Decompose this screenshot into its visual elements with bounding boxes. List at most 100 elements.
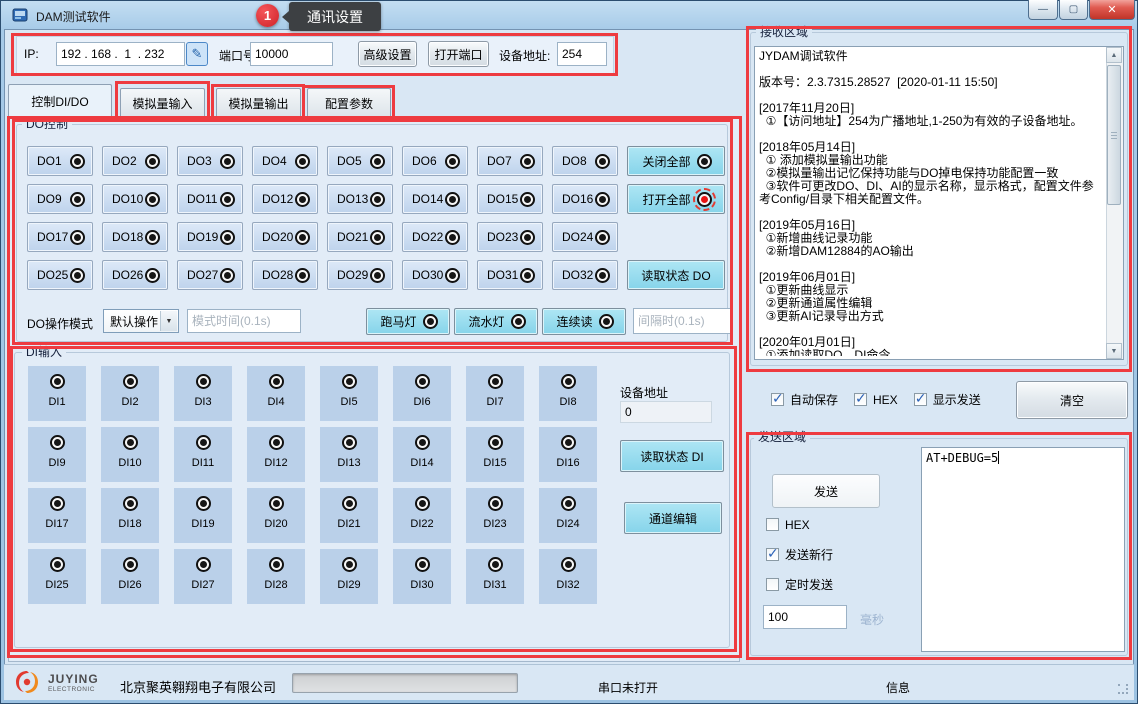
read-di-status-button[interactable]: 读取状态 DI bbox=[620, 440, 724, 472]
do-channel-button[interactable]: DO4 bbox=[252, 146, 318, 176]
di-channel-tile[interactable]: DI28 bbox=[247, 549, 305, 604]
send-option[interactable]: 发送新行 bbox=[766, 544, 833, 565]
di-channel-tile[interactable]: DI26 bbox=[101, 549, 159, 604]
di-channel-tile[interactable]: DI14 bbox=[393, 427, 451, 482]
di-channel-tile[interactable]: DI11 bbox=[174, 427, 232, 482]
send-option[interactable]: 定时发送 bbox=[766, 574, 833, 595]
di-channel-tile[interactable]: DI8 bbox=[539, 366, 597, 421]
do-channel-button[interactable]: DO17 bbox=[27, 222, 93, 252]
send-interval-input[interactable] bbox=[763, 605, 847, 629]
do-channel-button[interactable]: DO23 bbox=[477, 222, 543, 252]
do-channel-button[interactable]: DO24 bbox=[552, 222, 618, 252]
tab-analog-output[interactable]: 模拟量输出 bbox=[216, 88, 301, 117]
di-channel-tile[interactable]: DI21 bbox=[320, 488, 378, 543]
di-channel-tile[interactable]: DI23 bbox=[466, 488, 524, 543]
receive-option[interactable]: 自动保存 bbox=[771, 391, 838, 408]
do-channel-button[interactable]: DO1 bbox=[27, 146, 93, 176]
resize-grip[interactable] bbox=[1118, 684, 1130, 696]
receive-option[interactable]: HEX bbox=[854, 391, 898, 408]
port-input[interactable] bbox=[250, 42, 333, 66]
do-channel-button[interactable]: DO5 bbox=[327, 146, 393, 176]
read-do-status-button[interactable]: 读取状态 DO bbox=[627, 260, 725, 290]
di-channel-tile[interactable]: DI13 bbox=[320, 427, 378, 482]
di-channel-tile[interactable]: DI2 bbox=[101, 366, 159, 421]
clear-button[interactable]: 清空 bbox=[1016, 381, 1128, 419]
do-channel-button[interactable]: DO2 bbox=[102, 146, 168, 176]
di-channel-tile[interactable]: DI20 bbox=[247, 488, 305, 543]
tab-analog-input[interactable]: 模拟量输入 bbox=[120, 88, 205, 117]
di-channel-tile[interactable]: DI6 bbox=[393, 366, 451, 421]
receive-option[interactable]: 显示发送 bbox=[914, 391, 981, 408]
ip-input[interactable] bbox=[56, 42, 185, 66]
di-device-address-input[interactable] bbox=[620, 401, 712, 423]
do-channel-button[interactable]: DO12 bbox=[252, 184, 318, 214]
di-channel-tile[interactable]: DI9 bbox=[28, 427, 86, 482]
di-channel-tile[interactable]: DI24 bbox=[539, 488, 597, 543]
di-channel-tile[interactable]: DI27 bbox=[174, 549, 232, 604]
tab-config-params[interactable]: 配置参数 bbox=[307, 88, 391, 117]
checkbox-icon[interactable] bbox=[914, 393, 927, 406]
device-address-input[interactable] bbox=[557, 42, 607, 66]
di-channel-tile[interactable]: DI3 bbox=[174, 366, 232, 421]
do-channel-button[interactable]: DO3 bbox=[177, 146, 243, 176]
close-all-button[interactable]: 关闭全部 bbox=[627, 146, 725, 176]
do-channel-button[interactable]: DO32 bbox=[552, 260, 618, 290]
di-channel-tile[interactable]: DI19 bbox=[174, 488, 232, 543]
do-channel-button[interactable]: DO13 bbox=[327, 184, 393, 214]
do-channel-button[interactable]: DO26 bbox=[102, 260, 168, 290]
di-channel-tile[interactable]: DI17 bbox=[28, 488, 86, 543]
advanced-settings-button[interactable]: 高级设置 bbox=[358, 41, 417, 67]
do-channel-button[interactable]: DO27 bbox=[177, 260, 243, 290]
di-channel-tile[interactable]: DI22 bbox=[393, 488, 451, 543]
close-button[interactable]: ✕ bbox=[1089, 0, 1135, 20]
send-input[interactable]: AT+DEBUG=5 bbox=[921, 447, 1125, 652]
mode-time-input[interactable] bbox=[187, 309, 301, 333]
di-channel-tile[interactable]: DI15 bbox=[466, 427, 524, 482]
do-channel-button[interactable]: DO6 bbox=[402, 146, 468, 176]
do-channel-button[interactable]: DO14 bbox=[402, 184, 468, 214]
do-channel-button[interactable]: DO11 bbox=[177, 184, 243, 214]
send-button[interactable]: 发送 bbox=[772, 474, 880, 508]
checkbox-icon[interactable] bbox=[771, 393, 784, 406]
di-channel-tile[interactable]: DI30 bbox=[393, 549, 451, 604]
do-channel-button[interactable]: DO28 bbox=[252, 260, 318, 290]
di-channel-tile[interactable]: DI4 bbox=[247, 366, 305, 421]
checkbox-icon[interactable] bbox=[766, 578, 779, 591]
do-channel-button[interactable]: DO10 bbox=[102, 184, 168, 214]
do-channel-button[interactable]: DO19 bbox=[177, 222, 243, 252]
di-channel-tile[interactable]: DI10 bbox=[101, 427, 159, 482]
di-channel-tile[interactable]: DI25 bbox=[28, 549, 86, 604]
do-channel-button[interactable]: DO15 bbox=[477, 184, 543, 214]
do-channel-button[interactable]: DO25 bbox=[27, 260, 93, 290]
checkbox-icon[interactable] bbox=[854, 393, 867, 406]
di-channel-tile[interactable]: DI29 bbox=[320, 549, 378, 604]
do-channel-button[interactable]: DO18 bbox=[102, 222, 168, 252]
open-all-button[interactable]: 打开全部 bbox=[627, 184, 725, 214]
flow-light-button[interactable]: 流水灯 bbox=[454, 308, 538, 335]
checkbox-icon[interactable] bbox=[766, 518, 779, 531]
send-option[interactable]: HEX bbox=[766, 514, 833, 535]
marquee-button[interactable]: 跑马灯 bbox=[366, 308, 450, 335]
di-channel-tile[interactable]: DI1 bbox=[28, 366, 86, 421]
interval-time-input[interactable] bbox=[633, 308, 732, 334]
di-channel-tile[interactable]: DI16 bbox=[539, 427, 597, 482]
di-channel-tile[interactable]: DI12 bbox=[247, 427, 305, 482]
do-channel-button[interactable]: DO9 bbox=[27, 184, 93, 214]
do-channel-button[interactable]: DO7 bbox=[477, 146, 543, 176]
do-channel-button[interactable]: DO22 bbox=[402, 222, 468, 252]
scrollbar-thumb[interactable] bbox=[1107, 65, 1121, 205]
do-channel-button[interactable]: DO30 bbox=[402, 260, 468, 290]
open-port-button[interactable]: 打开端口 bbox=[428, 41, 489, 67]
scroll-down-icon[interactable]: ▼ bbox=[1106, 343, 1122, 359]
maximize-button[interactable]: ▢ bbox=[1059, 0, 1088, 20]
do-channel-button[interactable]: DO8 bbox=[552, 146, 618, 176]
scroll-up-icon[interactable]: ▲ bbox=[1106, 47, 1122, 63]
tab-control-dido[interactable]: 控制DI/DO bbox=[8, 84, 112, 118]
minimize-button[interactable]: — bbox=[1028, 0, 1058, 20]
di-channel-tile[interactable]: DI7 bbox=[466, 366, 524, 421]
continuous-read-button[interactable]: 连续读 bbox=[542, 308, 626, 335]
do-channel-button[interactable]: DO21 bbox=[327, 222, 393, 252]
di-channel-tile[interactable]: DI5 bbox=[320, 366, 378, 421]
edit-ip-button[interactable]: ✎ bbox=[186, 42, 208, 66]
do-channel-button[interactable]: DO20 bbox=[252, 222, 318, 252]
